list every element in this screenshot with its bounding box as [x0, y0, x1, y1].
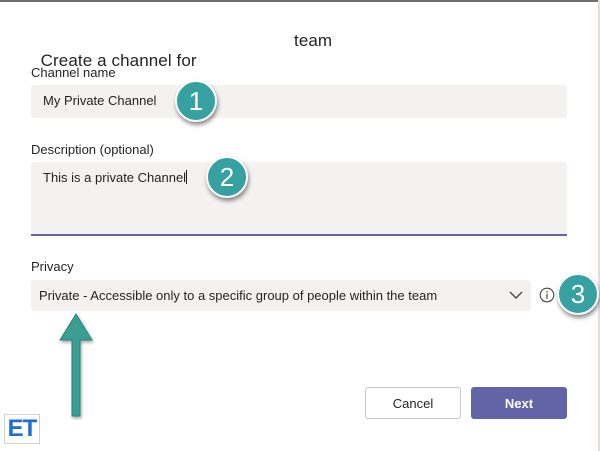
- channel-name-value: My Private Channel: [43, 93, 157, 108]
- description-label: Description (optional): [31, 142, 154, 157]
- step-badge-2: 2: [206, 156, 248, 198]
- chevron-down-icon: [509, 291, 523, 299]
- arrow-up-icon: [59, 313, 93, 417]
- privacy-label: Privacy: [31, 259, 74, 274]
- step-badge-1: 1: [175, 80, 217, 122]
- channel-name-input[interactable]: My Private Channel: [31, 85, 567, 118]
- window-top-border: [0, 0, 600, 2]
- next-button[interactable]: Next: [471, 387, 567, 419]
- cancel-button[interactable]: Cancel: [365, 387, 461, 419]
- et-logo: ET: [4, 414, 40, 444]
- dialog-title-suffix: team: [294, 31, 333, 50]
- text-cursor: [186, 170, 188, 184]
- description-textarea[interactable]: This is a private Channel: [31, 162, 567, 236]
- description-value: This is a private Channel: [43, 170, 187, 185]
- channel-name-label: Channel name: [31, 65, 116, 80]
- privacy-selected-value: Private - Accessible only to a specific …: [39, 288, 438, 303]
- info-icon[interactable]: [539, 287, 555, 303]
- step-badge-3: 3: [557, 273, 599, 315]
- dialog-title: Create a channel for team: [31, 31, 332, 91]
- privacy-dropdown[interactable]: Private - Accessible only to a specific …: [31, 280, 531, 311]
